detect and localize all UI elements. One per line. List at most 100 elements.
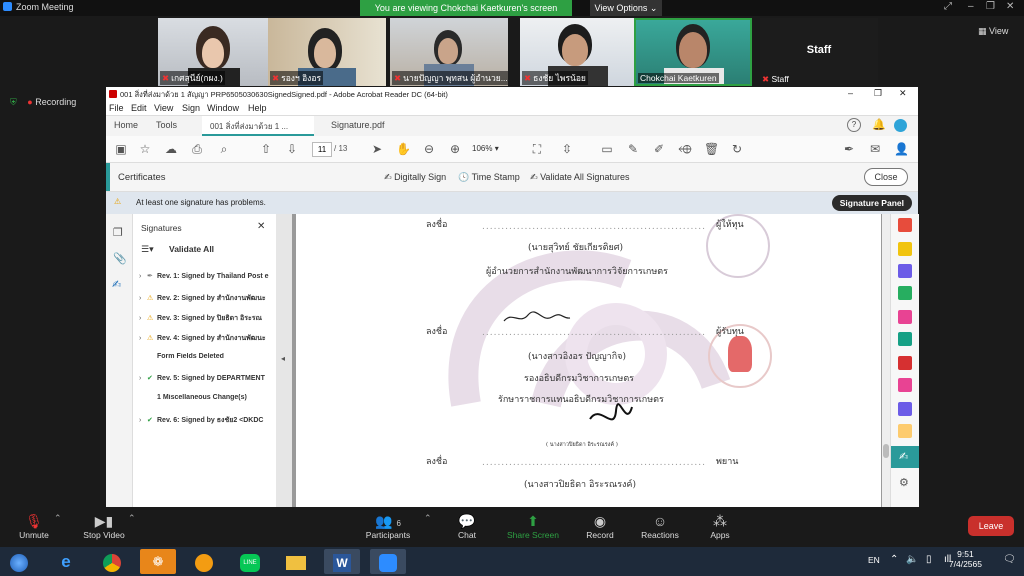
leave-button[interactable]: Leave bbox=[968, 516, 1014, 536]
file-explorer-icon[interactable] bbox=[278, 549, 314, 574]
signature-item[interactable]: › ⚠ Rev. 2: Signed by สำนักงานพัฒนะ bbox=[139, 293, 274, 304]
app-icon[interactable]: ❁ bbox=[140, 549, 176, 574]
close-icon[interactable]: ✕ bbox=[899, 88, 907, 99]
create-pdf-icon[interactable] bbox=[898, 378, 912, 392]
reactions-button[interactable]: ☺ Reactions bbox=[630, 512, 690, 540]
avatar[interactable] bbox=[894, 119, 907, 132]
trash-icon[interactable]: 🗑 bbox=[704, 142, 719, 156]
request-signature-icon[interactable] bbox=[898, 402, 912, 416]
chevron-up-icon[interactable]: ⌃ bbox=[424, 513, 432, 524]
participant-tile-no-video[interactable]: Staff ✖ Staff bbox=[760, 18, 878, 86]
hand-tool-icon[interactable]: ✋ bbox=[396, 142, 411, 156]
vertical-scrollbar[interactable] bbox=[882, 214, 890, 507]
menu-file[interactable]: File bbox=[109, 103, 124, 113]
stamp-icon[interactable]: ⬲ bbox=[678, 142, 692, 156]
mail-icon[interactable]: ✉ bbox=[868, 142, 882, 156]
certificates-tool-active[interactable]: ✍ bbox=[891, 446, 919, 468]
export-pdf-icon[interactable] bbox=[898, 218, 912, 232]
close-panel-icon[interactable]: ✕ bbox=[257, 221, 265, 232]
tab-signature-pdf[interactable]: Signature.pdf bbox=[331, 120, 385, 130]
zoom-level-select[interactable]: 106% ▾ bbox=[472, 142, 514, 155]
participant-tile[interactable]: ✖ รองฯ อิงอร bbox=[268, 18, 386, 86]
stop-video-button[interactable]: ▶▮ Stop Video bbox=[74, 512, 134, 540]
minimize-icon[interactable]: – bbox=[968, 1, 974, 12]
rotate-icon[interactable]: ↻ bbox=[730, 142, 744, 156]
draw-icon[interactable]: ✐ bbox=[652, 142, 666, 156]
scroll-mode-icon[interactable]: ⇳ bbox=[560, 142, 574, 156]
zoom-in-icon[interactable]: ⊕ bbox=[448, 142, 462, 156]
sign-pen-icon[interactable]: ✒ bbox=[842, 142, 856, 156]
signature-item[interactable]: › ⚠ Rev. 4: Signed by สำนักงานพัฒนะ bbox=[139, 333, 274, 344]
signature-panel-icon[interactable]: ✍ bbox=[112, 278, 121, 291]
participant-tile[interactable]: ✖ เกศสุนีย์(กผง.) bbox=[158, 18, 276, 86]
comment-tool-icon[interactable] bbox=[898, 242, 912, 256]
signature-item[interactable]: › ✔ Rev. 6: Signed by ธงชัย2 <DKDC bbox=[139, 415, 274, 426]
digitally-sign-button[interactable]: ✍ Digitally Sign bbox=[384, 172, 446, 183]
signature-panel-button[interactable]: Signature Panel bbox=[831, 195, 912, 211]
highlight-pen-icon[interactable]: ✎ bbox=[626, 142, 640, 156]
enhance-scans-icon[interactable] bbox=[898, 332, 912, 346]
restore-icon[interactable]: ❐ bbox=[986, 1, 995, 12]
menu-window[interactable]: Window bbox=[207, 103, 239, 113]
validate-all-button[interactable]: Validate All bbox=[169, 244, 214, 254]
time-stamp-button[interactable]: 🕓 Time Stamp bbox=[458, 172, 520, 183]
record-button[interactable]: ◉ Record bbox=[570, 512, 630, 540]
close-icon[interactable]: ✕ bbox=[1006, 1, 1014, 12]
chevron-up-icon[interactable]: ⌃ bbox=[890, 554, 898, 565]
scrollbar-thumb[interactable] bbox=[883, 444, 889, 458]
page-up-icon[interactable]: ⇧ bbox=[259, 142, 273, 156]
share-user-icon[interactable]: 👤 bbox=[894, 142, 909, 156]
pages-icon[interactable]: ❐ bbox=[113, 226, 123, 239]
save-icon[interactable]: ▣ bbox=[114, 142, 128, 156]
menu-help[interactable]: Help bbox=[248, 103, 267, 113]
notification-icon[interactable]: 🗨 bbox=[1003, 554, 1016, 565]
upload-cloud-icon[interactable]: ☁ bbox=[164, 142, 178, 156]
collapse-panel-handle[interactable]: ◂ bbox=[276, 214, 292, 507]
comment-icon[interactable]: ▭ bbox=[600, 142, 614, 156]
start-button[interactable] bbox=[2, 549, 36, 574]
signature-item[interactable]: › ✔ Rev. 5: Signed by DEPARTMENT bbox=[139, 374, 274, 382]
apps-button[interactable]: ⁂ Apps bbox=[690, 512, 750, 540]
system-clock[interactable]: 9:51 7/4/2565 bbox=[949, 549, 982, 569]
fullscreen-icon[interactable]: ⤢ bbox=[944, 1, 952, 12]
participant-tile[interactable]: ✖ นายปัญญา พุทสน ผู้อำนวย... bbox=[390, 18, 508, 86]
line-icon[interactable]: LINE bbox=[232, 549, 268, 574]
tab-home[interactable]: Home bbox=[114, 120, 138, 130]
zoom-out-icon[interactable]: ⊖ bbox=[422, 142, 436, 156]
help-icon[interactable]: ? bbox=[847, 118, 861, 132]
chrome-icon[interactable] bbox=[94, 549, 130, 574]
attachment-icon[interactable]: 📎 bbox=[113, 252, 127, 265]
participants-button[interactable]: 👥 6 Participants bbox=[358, 512, 418, 540]
edit-pdf-icon[interactable] bbox=[898, 310, 912, 324]
zoom-search-icon[interactable]: ⌕ bbox=[217, 142, 231, 156]
bell-icon[interactable]: 🔔 bbox=[872, 118, 886, 131]
language-indicator[interactable]: EN bbox=[868, 555, 880, 565]
more-tools-icon[interactable]: ⚙ bbox=[899, 476, 909, 489]
options-menu-icon[interactable]: ☰▾ bbox=[141, 244, 154, 255]
minimize-icon[interactable]: – bbox=[848, 88, 853, 98]
page-down-icon[interactable]: ⇩ bbox=[285, 142, 299, 156]
combine-files-icon[interactable] bbox=[898, 264, 912, 278]
organize-pages-icon[interactable] bbox=[898, 286, 912, 300]
menu-sign[interactable]: Sign bbox=[182, 103, 200, 113]
signature-item[interactable]: › ✒ Rev. 1: Signed by Thailand Post e bbox=[139, 272, 274, 280]
chat-button[interactable]: 💬 Chat bbox=[437, 512, 497, 540]
word-icon[interactable]: W bbox=[324, 549, 360, 574]
validate-all-signatures-button[interactable]: ✍ Validate All Signatures bbox=[530, 172, 629, 183]
view-button[interactable]: ▦ View bbox=[978, 26, 1008, 37]
page-number-input[interactable]: 11 bbox=[312, 142, 332, 157]
tab-document-active[interactable]: 001 สิ่งที่ส่งมาด้วย 1 ... bbox=[202, 116, 314, 136]
select-cursor-icon[interactable]: ➤ bbox=[370, 142, 384, 156]
fill-sign-icon[interactable] bbox=[898, 356, 912, 370]
chevron-up-icon[interactable]: ⌃ bbox=[128, 513, 136, 524]
restore-icon[interactable]: ❐ bbox=[874, 88, 882, 99]
signature-item[interactable]: › ⚠ Rev. 3: Signed by ปิยธิดา อิระรณ bbox=[139, 313, 274, 324]
share-screen-button[interactable]: ⬆ Share Screen bbox=[503, 512, 563, 540]
chevron-up-icon[interactable]: ⌃ bbox=[54, 513, 62, 524]
participant-tile-active[interactable]: Chokchai Kaetkuren bbox=[634, 18, 752, 86]
internet-explorer-icon[interactable]: e bbox=[48, 549, 84, 574]
participant-tile[interactable]: ✖ ธงชัย ไพรน้อย bbox=[520, 18, 638, 86]
speaker-icon[interactable]: 🔈 bbox=[906, 554, 918, 565]
zoom-taskbar-icon[interactable] bbox=[370, 549, 406, 574]
tab-tools[interactable]: Tools bbox=[156, 120, 177, 130]
